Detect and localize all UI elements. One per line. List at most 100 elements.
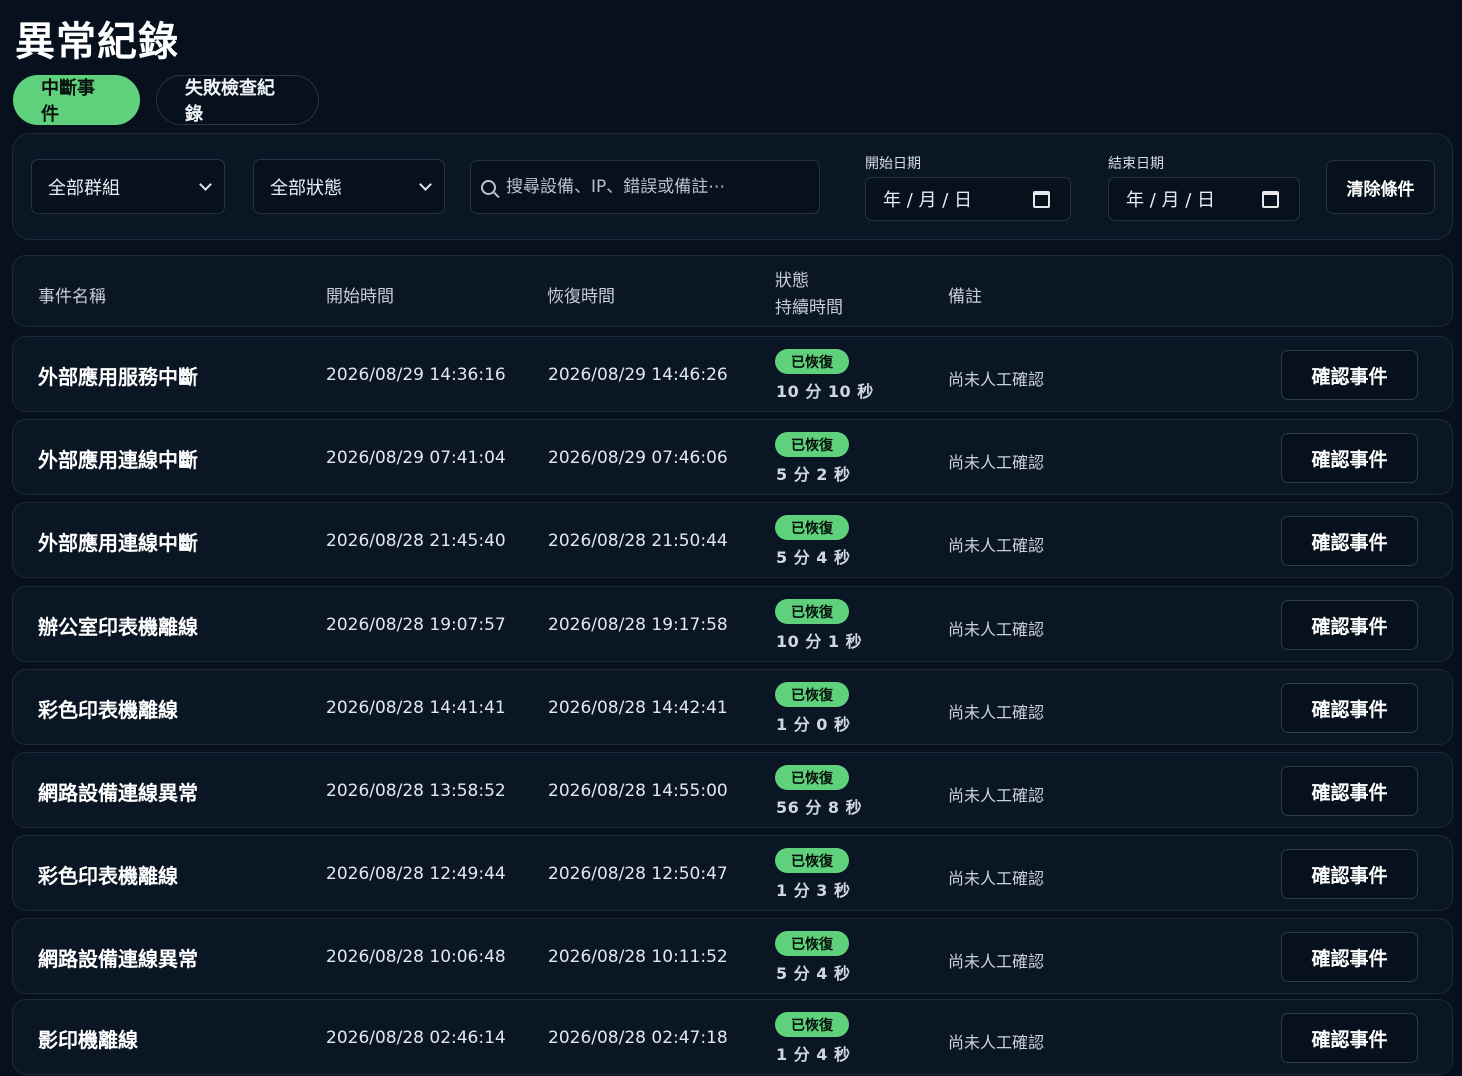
start-time: 2026/08/28 10:06:48	[326, 947, 506, 967]
event-name: 辦公室印表機離線	[38, 615, 198, 639]
table-row: 彩色印表機離線 2026/08/28 14:41:41 2026/08/28 14:…	[12, 669, 1453, 745]
end-date-value: 年 / 月 / 日	[1126, 190, 1216, 211]
confirm-event-button[interactable]: 確認事件	[1281, 1013, 1418, 1063]
status-badge: 已恢復	[775, 599, 849, 624]
start-time: 2026/08/28 12:49:44	[326, 864, 506, 884]
header-start-time: 開始時間	[326, 287, 394, 307]
table-row: 彩色印表機離線 2026/08/28 12:49:44 2026/08/28 12:…	[12, 835, 1453, 911]
event-name: 外部應用服務中斷	[38, 365, 198, 389]
confirm-event-button[interactable]: 確認事件	[1281, 849, 1418, 899]
status-badge: 已恢復	[775, 765, 849, 790]
start-date-group: 開始日期 年 / 月 / 日	[865, 153, 1071, 221]
duration: 1 分 0 秒	[776, 715, 851, 734]
status-badge: 已恢復	[775, 1012, 849, 1037]
event-name: 影印機離線	[38, 1028, 138, 1052]
remark: 尚未人工確認	[948, 1033, 1045, 1052]
duration: 56 分 8 秒	[776, 798, 863, 817]
remark: 尚未人工確認	[948, 370, 1045, 389]
table-row: 網路設備連線異常 2026/08/28 13:58:52 2026/08/28 14…	[12, 752, 1453, 828]
event-name: 彩色印表機離線	[38, 698, 178, 722]
status-select[interactable]: 全部狀態	[253, 159, 445, 214]
remark: 尚未人工確認	[948, 453, 1045, 472]
header-event-name: 事件名稱	[38, 287, 106, 307]
status-badge: 已恢復	[775, 515, 849, 540]
start-time: 2026/08/29 07:41:04	[326, 448, 506, 468]
status-badge: 已恢復	[775, 432, 849, 457]
calendar-icon[interactable]	[1033, 190, 1050, 208]
header-status-duration: 狀態 持續時間	[775, 268, 843, 322]
event-name: 網路設備連線異常	[38, 781, 198, 805]
event-name: 彩色印表機離線	[38, 864, 178, 888]
clear-filters-button[interactable]: 清除條件	[1326, 160, 1435, 214]
recover-time: 2026/08/29 14:46:26	[548, 365, 728, 385]
remark: 尚未人工確認	[948, 703, 1045, 722]
confirm-event-button[interactable]: 確認事件	[1281, 683, 1418, 733]
remark: 尚未人工確認	[948, 620, 1045, 639]
start-date-input[interactable]: 年 / 月 / 日	[865, 177, 1071, 221]
start-time: 2026/08/29 14:36:16	[326, 365, 506, 385]
page-title: 異常紀錄	[15, 19, 179, 65]
duration: 1 分 4 秒	[776, 1045, 851, 1064]
search-box[interactable]	[470, 160, 820, 214]
status-badge: 已恢復	[775, 682, 849, 707]
event-name: 網路設備連線異常	[38, 947, 198, 971]
duration: 5 分 4 秒	[776, 548, 851, 567]
confirm-event-button[interactable]: 確認事件	[1281, 516, 1418, 566]
end-date-label: 結束日期	[1108, 156, 1164, 172]
start-time: 2026/08/28 21:45:40	[326, 531, 506, 551]
end-date-input[interactable]: 年 / 月 / 日	[1108, 177, 1300, 221]
recover-time: 2026/08/28 21:50:44	[548, 531, 728, 551]
chevron-down-icon	[419, 177, 432, 191]
duration: 10 分 1 秒	[776, 632, 863, 651]
start-time: 2026/08/28 14:41:41	[326, 698, 506, 718]
tab-incidents[interactable]: 中斷事件	[13, 75, 140, 125]
confirm-event-button[interactable]: 確認事件	[1281, 433, 1418, 483]
duration: 5 分 4 秒	[776, 964, 851, 983]
incident-log-page: 異常紀錄 中斷事件 失敗檢查紀錄 全部群組 全部狀態 開始日期 年 / 月 / …	[0, 0, 1462, 1076]
event-name: 外部應用連線中斷	[38, 448, 198, 472]
status-badge: 已恢復	[775, 848, 849, 873]
duration: 5 分 2 秒	[776, 465, 851, 484]
recover-time: 2026/08/28 14:55:00	[548, 781, 728, 801]
end-date-group: 結束日期 年 / 月 / 日	[1108, 153, 1300, 221]
header-status: 狀態	[775, 271, 809, 291]
remark: 尚未人工確認	[948, 786, 1045, 805]
recover-time: 2026/08/29 07:46:06	[548, 448, 728, 468]
status-badge: 已恢復	[775, 931, 849, 956]
calendar-icon[interactable]	[1262, 190, 1279, 208]
header-duration: 持續時間	[775, 298, 843, 318]
table-row: 影印機離線 2026/08/28 02:46:14 2026/08/28 02:47…	[12, 999, 1453, 1075]
remark: 尚未人工確認	[948, 536, 1045, 555]
remark: 尚未人工確認	[948, 952, 1045, 971]
chevron-down-icon	[199, 177, 212, 191]
table-row: 外部應用服務中斷 2026/08/29 14:36:16 2026/08/29 14…	[12, 336, 1453, 412]
start-time: 2026/08/28 02:46:14	[326, 1028, 506, 1048]
event-name: 外部應用連線中斷	[38, 531, 198, 555]
start-time: 2026/08/28 19:07:57	[326, 615, 506, 635]
table-row: 外部應用連線中斷 2026/08/28 21:45:40 2026/08/28 21…	[12, 502, 1453, 578]
table-row: 辦公室印表機離線 2026/08/28 19:07:57 2026/08/28 19…	[12, 586, 1453, 662]
confirm-event-button[interactable]: 確認事件	[1281, 600, 1418, 650]
status-badge: 已恢復	[775, 349, 849, 374]
tab-failed-checks[interactable]: 失敗檢查紀錄	[156, 75, 319, 125]
start-time: 2026/08/28 13:58:52	[326, 781, 506, 801]
filter-panel: 全部群組 全部狀態 開始日期 年 / 月 / 日 結束日期 年 / 月 / 日	[12, 133, 1453, 240]
recover-time: 2026/08/28 12:50:47	[548, 864, 728, 884]
remark: 尚未人工確認	[948, 869, 1045, 888]
recover-time: 2026/08/28 10:11:52	[548, 947, 728, 967]
header-recover-time: 恢復時間	[547, 287, 615, 307]
confirm-event-button[interactable]: 確認事件	[1281, 766, 1418, 816]
search-icon	[481, 179, 496, 195]
start-date-value: 年 / 月 / 日	[883, 190, 973, 211]
recover-time: 2026/08/28 02:47:18	[548, 1028, 728, 1048]
confirm-event-button[interactable]: 確認事件	[1281, 932, 1418, 982]
tab-bar: 中斷事件 失敗檢查紀錄	[13, 75, 319, 125]
confirm-event-button[interactable]: 確認事件	[1281, 350, 1418, 400]
recover-time: 2026/08/28 14:42:41	[548, 698, 728, 718]
recover-time: 2026/08/28 19:17:58	[548, 615, 728, 635]
search-input[interactable]	[504, 176, 804, 198]
group-select[interactable]: 全部群組	[31, 159, 225, 214]
group-select-value: 全部群組	[48, 177, 120, 199]
table-header: 事件名稱 開始時間 恢復時間 狀態 持續時間 備註	[12, 255, 1453, 327]
status-select-value: 全部狀態	[270, 177, 342, 199]
